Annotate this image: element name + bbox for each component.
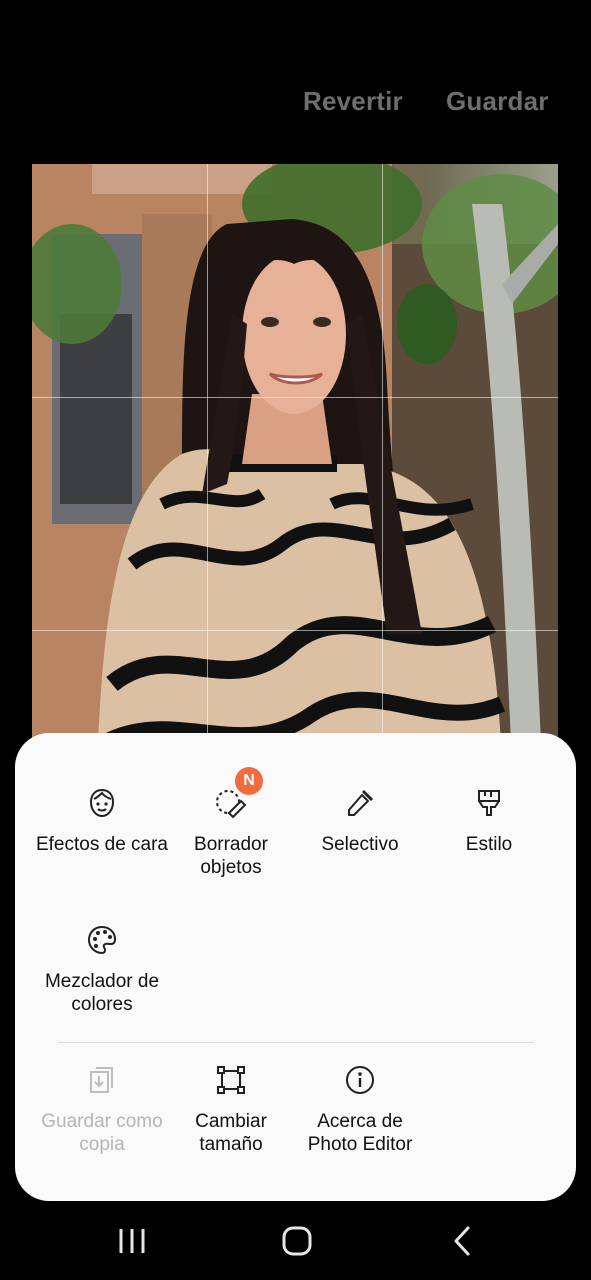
- tool-label: Mezclador de colores: [44, 971, 160, 1015]
- revert-button[interactable]: Revertir: [303, 86, 403, 117]
- eyedropper-icon: [344, 787, 376, 819]
- tools-bottom-sheet: Efectos de cara N Borrador objetos Selec…: [15, 733, 576, 1201]
- grid-line-v1: [207, 164, 208, 764]
- grid-line-v2: [382, 164, 383, 764]
- tool-resize[interactable]: Cambiar tamaño: [161, 1064, 301, 1156]
- tool-label: Borrador objetos: [194, 834, 268, 878]
- editor-top-bar: Revertir Guardar: [0, 0, 591, 160]
- tool-style[interactable]: Estilo: [419, 787, 559, 856]
- photo-canvas[interactable]: [32, 164, 558, 764]
- portrait-photo: [32, 164, 558, 764]
- tool-label: Estilo: [465, 834, 513, 855]
- tool-face-effects[interactable]: Efectos de cara: [32, 787, 172, 856]
- save-copy-icon: [86, 1064, 118, 1096]
- brush-style-icon: [473, 787, 505, 819]
- tool-label: Guardar como copia: [41, 1111, 163, 1155]
- tool-object-eraser[interactable]: N Borrador objetos: [161, 767, 301, 879]
- section-divider: [58, 1042, 534, 1043]
- back-icon[interactable]: [442, 1221, 482, 1261]
- tool-save-as-copy: Guardar como copia: [32, 1064, 172, 1156]
- resize-icon: [215, 1064, 247, 1096]
- new-badge: N: [235, 767, 263, 795]
- palette-icon: [86, 924, 118, 956]
- tool-about[interactable]: Acerca de Photo Editor: [290, 1064, 430, 1156]
- system-navigation-bar: [0, 1201, 591, 1280]
- tool-label: Efectos de cara: [35, 834, 169, 855]
- tool-selective[interactable]: Selectivo: [290, 787, 430, 856]
- save-button[interactable]: Guardar: [446, 86, 549, 117]
- info-icon: [344, 1064, 376, 1096]
- recent-apps-icon[interactable]: [112, 1221, 152, 1261]
- face-icon: [86, 787, 118, 819]
- tool-label: Acerca de Photo Editor: [307, 1111, 413, 1155]
- home-icon[interactable]: [277, 1221, 317, 1261]
- grid-line-h1: [32, 397, 558, 398]
- eraser-icon: N: [215, 767, 263, 819]
- tool-color-mixer[interactable]: Mezclador de colores: [32, 924, 172, 1016]
- tool-label: Selectivo: [321, 834, 399, 855]
- tool-label: Cambiar tamaño: [195, 1111, 267, 1155]
- grid-line-h2: [32, 630, 558, 631]
